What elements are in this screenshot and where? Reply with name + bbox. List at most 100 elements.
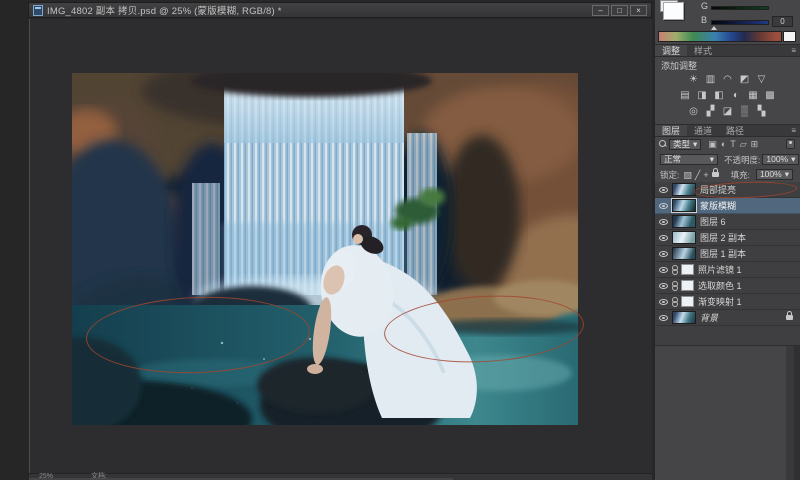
photo-canvas[interactable] xyxy=(72,73,578,425)
layer-thumbnail[interactable] xyxy=(672,215,696,228)
search-icon xyxy=(659,140,667,148)
selective-color-icon[interactable]: ▚ xyxy=(756,105,768,120)
gradient-map-icon[interactable]: ▒ xyxy=(739,105,751,120)
layer-thumbnail[interactable] xyxy=(672,231,696,244)
mask-link-icon[interactable] xyxy=(672,297,677,307)
threshold-icon[interactable]: ◪ xyxy=(722,105,734,120)
color-balance-icon[interactable]: ◨ xyxy=(696,89,708,104)
layer-row-photo-filter-1[interactable]: 照片滤镜 1 xyxy=(655,262,800,278)
layer-mask-thumbnail[interactable] xyxy=(681,264,694,275)
blue-channel-value[interactable]: 0 xyxy=(772,16,793,27)
adjustment-layer-filter-icon[interactable]: ◐ xyxy=(721,138,726,150)
layer-row-layer-1-copy[interactable]: 图层 1 副本 xyxy=(655,246,800,262)
invert-icon[interactable]: ◎ xyxy=(688,105,700,120)
layer-thumbnail[interactable] xyxy=(672,199,696,212)
adjustment-icon-row-1: ☀ ▥ ◠ ◩ ▽ xyxy=(655,73,800,88)
maximize-button[interactable]: □ xyxy=(611,5,628,16)
layer-thumbnail[interactable] xyxy=(672,247,696,260)
channel-mixer-icon[interactable]: ▦ xyxy=(747,89,759,104)
blue-slider-thumb[interactable] xyxy=(711,26,717,30)
color-lookup-icon[interactable]: ▩ xyxy=(764,89,776,104)
adjustment-icon-row-3: ◎ ▞ ◪ ▒ ▚ xyxy=(655,105,800,120)
adjustment-icon-row-2: ▤ ◨ ◧ ◐ ▦ ▩ xyxy=(655,89,800,104)
lock-image-pixels-icon[interactable]: ╱ xyxy=(695,169,700,181)
background-lock-icon xyxy=(786,315,793,320)
visibility-eye-icon[interactable] xyxy=(659,283,668,289)
layer-row-layer-2-copy[interactable]: 图层 2 副本 xyxy=(655,230,800,246)
mask-link-icon[interactable] xyxy=(672,265,677,275)
visibility-eye-icon[interactable] xyxy=(659,315,668,321)
blend-mode-value: 正常 xyxy=(664,155,681,164)
layer-filter-row: 类型 ▾ ▣ ◐ T ▱ ⊞ xyxy=(655,137,800,151)
layer-name: 照片滤镜 1 xyxy=(698,263,742,276)
foreground-color-swatch[interactable] xyxy=(663,2,684,20)
smart-object-filter-icon[interactable]: ⊞ xyxy=(751,138,759,150)
fill-label: 填充: xyxy=(731,169,750,181)
posterize-icon[interactable]: ▞ xyxy=(705,105,717,120)
lock-all-icon[interactable] xyxy=(712,172,719,177)
hue-saturation-icon[interactable]: ▤ xyxy=(679,89,691,104)
visibility-eye-icon[interactable] xyxy=(659,299,668,305)
mask-link-icon[interactable] xyxy=(672,281,677,291)
visibility-eye-icon[interactable] xyxy=(659,235,668,241)
layer-row-mask-blur[interactable]: 蒙版模糊 xyxy=(655,198,800,214)
layer-row-background[interactable]: 背景 xyxy=(655,310,800,326)
psd-file-icon xyxy=(33,5,43,16)
black-white-icon[interactable]: ◧ xyxy=(713,89,725,104)
blend-mode-row: 正常 ▾ 不透明度: 100% ▾ xyxy=(655,152,800,167)
blue-channel-slider[interactable] xyxy=(711,20,769,25)
color-spectrum-ramp[interactable] xyxy=(658,31,782,42)
filter-type-select[interactable]: 类型 ▾ xyxy=(669,139,701,150)
layer-name: 选取颜色 1 xyxy=(698,279,742,292)
filter-toggle-switch[interactable] xyxy=(786,139,795,149)
shape-layer-filter-icon[interactable]: ▱ xyxy=(740,138,747,150)
photoshop-app: IMG_4802 副本 拷贝.psd @ 25% (蒙版模糊, RGB/8) *… xyxy=(0,0,800,480)
tab-styles[interactable]: 样式 xyxy=(687,45,719,56)
document-titlebar[interactable]: IMG_4802 副本 拷贝.psd @ 25% (蒙版模糊, RGB/8) *… xyxy=(28,2,652,18)
visibility-eye-icon[interactable] xyxy=(659,267,668,273)
layer-row-gradient-map-1[interactable]: 渐变映射 1 xyxy=(655,294,800,310)
tab-channels[interactable]: 通道 xyxy=(687,125,719,136)
blend-mode-select[interactable]: 正常 ▾ xyxy=(660,154,718,165)
fill-select[interactable]: 100% ▾ xyxy=(756,169,793,180)
panel-scrollbar-strip[interactable] xyxy=(786,346,794,480)
layer-row-selective-color-1[interactable]: 选取颜色 1 xyxy=(655,278,800,294)
opacity-label: 不透明度: xyxy=(724,154,760,166)
brightness-contrast-icon[interactable]: ☀ xyxy=(688,73,700,88)
layer-name: 图层 2 副本 xyxy=(700,231,746,244)
color-ramp-white-swatch[interactable] xyxy=(783,31,796,42)
visibility-eye-icon[interactable] xyxy=(659,203,668,209)
visibility-eye-icon[interactable] xyxy=(659,251,668,257)
vibrance-icon[interactable]: ▽ xyxy=(756,73,768,88)
blue-channel-label: B xyxy=(701,15,707,25)
lock-label: 锁定: xyxy=(660,169,679,181)
layer-thumbnail[interactable] xyxy=(672,311,696,324)
panel-menu-icon[interactable]: ≡ xyxy=(791,45,800,56)
photo-filter-icon[interactable]: ◐ xyxy=(730,89,742,104)
tab-adjustments[interactable]: 调整 xyxy=(655,45,687,56)
layer-mask-thumbnail[interactable] xyxy=(681,280,694,291)
tab-layers[interactable]: 图层 xyxy=(655,125,687,136)
pixel-layer-filter-icon[interactable]: ▣ xyxy=(708,138,717,150)
green-channel-slider[interactable] xyxy=(711,6,769,10)
type-layer-filter-icon[interactable]: T xyxy=(730,138,736,150)
levels-icon[interactable]: ▥ xyxy=(705,73,717,88)
lock-transparent-pixels-icon[interactable]: ▨ xyxy=(683,169,692,181)
layer-row-layer-6[interactable]: 图层 6 xyxy=(655,214,800,230)
curves-icon[interactable]: ◠ xyxy=(722,73,734,88)
layer-thumbnail[interactable] xyxy=(672,183,696,196)
add-adjustment-header: 添加调整 xyxy=(661,59,697,72)
visibility-eye-icon[interactable] xyxy=(659,219,668,225)
visibility-eye-icon[interactable] xyxy=(659,187,668,193)
close-button[interactable]: × xyxy=(630,5,647,16)
opacity-select[interactable]: 100% ▾ xyxy=(762,154,799,165)
layer-mask-thumbnail[interactable] xyxy=(681,296,694,307)
layers-tabbar: 图层 通道 路径 ≡ xyxy=(655,124,800,137)
panel-menu-icon[interactable]: ≡ xyxy=(791,125,800,136)
lock-position-icon[interactable]: + xyxy=(703,169,708,181)
exposure-icon[interactable]: ◩ xyxy=(739,73,751,88)
minimize-button[interactable]: – xyxy=(592,5,609,16)
tab-paths[interactable]: 路径 xyxy=(719,125,751,136)
fill-value: 100% xyxy=(760,170,782,179)
adjustments-tabbar: 调整 样式 ≡ xyxy=(655,44,800,57)
